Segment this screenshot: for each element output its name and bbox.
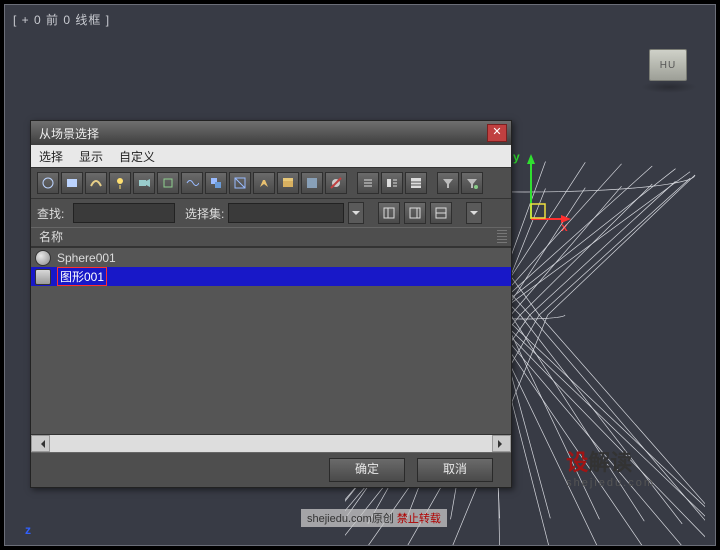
shape-icon	[35, 269, 51, 285]
viewcube[interactable]: HU	[649, 49, 687, 81]
filter-cameras-icon[interactable]	[133, 172, 155, 194]
watermark-footer: shejiedu.com原创 禁止转载	[301, 509, 447, 527]
filter-container-icon[interactable]	[277, 172, 299, 194]
dialog-menubar: 选择 显示 自定义	[31, 145, 511, 167]
select-all-icon[interactable]	[378, 202, 400, 224]
filter-options-icon[interactable]	[461, 172, 483, 194]
menu-select[interactable]: 选择	[39, 148, 63, 165]
listmode-color-icon[interactable]	[405, 172, 427, 194]
filter-groups-icon[interactable]	[205, 172, 227, 194]
object-list[interactable]: Sphere001 图形001	[31, 247, 511, 434]
select-none-icon[interactable]	[404, 202, 426, 224]
search-label: 查找:	[37, 205, 69, 222]
search-row: 查找: 选择集:	[31, 199, 511, 227]
axis-z-label: z	[25, 523, 31, 537]
selection-set-dropdown-icon[interactable]	[348, 202, 364, 224]
filter-hidden-icon[interactable]	[325, 172, 347, 194]
close-icon[interactable]: ✕	[487, 124, 507, 142]
filter-frozen-icon[interactable]	[301, 172, 323, 194]
select-invert-icon[interactable]	[430, 202, 452, 224]
select-from-scene-dialog: 从场景选择 ✕ 选择 显示 自定义 查找: 选择集:	[30, 120, 512, 488]
selset-label: 选择集:	[185, 205, 224, 222]
sphere-icon	[35, 250, 51, 266]
list-item-label: Sphere001	[57, 251, 116, 265]
extra-dropdown-icon[interactable]	[466, 202, 482, 224]
scroll-track[interactable]	[50, 435, 492, 452]
move-gizmo[interactable]	[511, 154, 571, 224]
scroll-left-icon[interactable]	[31, 435, 50, 452]
filter-all-icon[interactable]	[37, 172, 59, 194]
dialog-titlebar[interactable]: 从场景选择 ✕	[31, 121, 511, 145]
listmode-type-icon[interactable]	[381, 172, 403, 194]
search-input[interactable]	[73, 203, 175, 223]
scroll-right-icon[interactable]	[492, 435, 511, 452]
cancel-button[interactable]: 取消	[417, 458, 493, 482]
dialog-button-row: 确定 取消	[31, 452, 511, 487]
selection-set-input[interactable]	[228, 203, 344, 223]
column-resize-grip[interactable]	[497, 230, 507, 244]
filter-lights-icon[interactable]	[109, 172, 131, 194]
list-item[interactable]: Sphere001	[31, 248, 511, 267]
menu-custom[interactable]: 自定义	[119, 148, 155, 165]
ok-button[interactable]: 确定	[329, 458, 405, 482]
filter-geometry-icon[interactable]	[61, 172, 83, 194]
list-horizontal-scrollbar[interactable]	[31, 434, 511, 452]
viewcube-shadow	[641, 81, 697, 93]
list-item-label: 图形001	[57, 267, 107, 286]
filter-helpers-icon[interactable]	[157, 172, 179, 194]
filter-funnel-icon[interactable]	[437, 172, 459, 194]
viewport-label: [ + 0 前 0 线框 ]	[13, 11, 110, 28]
listmode-name-icon[interactable]	[357, 172, 379, 194]
filter-xrefs-icon[interactable]	[229, 172, 251, 194]
filter-spacewarps-icon[interactable]	[181, 172, 203, 194]
filter-shapes-icon[interactable]	[85, 172, 107, 194]
list-item[interactable]: 图形001	[31, 267, 511, 286]
watermark-brand: 设解读 shejiedu.com	[566, 445, 655, 489]
filter-bones-icon[interactable]	[253, 172, 275, 194]
column-header[interactable]: 名称	[31, 227, 511, 247]
dialog-title: 从场景选择	[39, 125, 487, 142]
menu-display[interactable]: 显示	[79, 148, 103, 165]
filter-toolbar	[31, 167, 511, 199]
column-name-label: 名称	[39, 230, 63, 244]
